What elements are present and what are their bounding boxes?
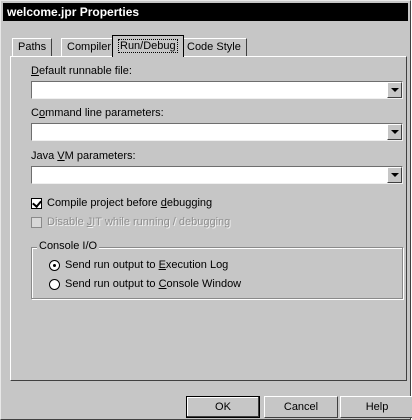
cancel-button[interactable]: Cancel (264, 396, 338, 418)
command-line-label: Command line parameters: (31, 107, 164, 119)
disable-jit-label: Disable JIT while running / debugging (47, 216, 231, 228)
help-button[interactable]: Help (340, 396, 412, 418)
console-io-group-title: Console I/O (37, 240, 100, 252)
ok-button[interactable]: OK (186, 396, 260, 418)
compile-before-debug-checkbox[interactable] (31, 198, 42, 209)
chevron-down-icon (391, 173, 399, 177)
execution-log-radio[interactable] (49, 260, 60, 271)
command-line-combo[interactable] (31, 123, 403, 141)
default-runnable-dropdown-button[interactable] (387, 82, 402, 98)
console-window-label[interactable]: Send run output to Console Window (65, 278, 241, 290)
tab-run-debug[interactable]: Run/Debug (112, 35, 184, 57)
chevron-down-icon (391, 130, 399, 134)
tab-code-style[interactable]: Code Style (181, 38, 247, 56)
disable-jit-checkbox (31, 217, 42, 228)
chevron-down-icon (391, 88, 399, 92)
properties-dialog: welcome.jpr Properties Paths Compiler Ru… (0, 0, 412, 420)
java-vm-dropdown-button[interactable] (387, 167, 402, 183)
execution-log-label[interactable]: Send run output to Execution Log (65, 259, 228, 271)
java-vm-label: Java VM parameters: (31, 150, 136, 162)
java-vm-combo[interactable] (31, 166, 403, 184)
default-runnable-combo[interactable] (31, 81, 403, 99)
console-io-group (31, 247, 403, 299)
console-window-radio[interactable] (49, 279, 60, 290)
tab-paths[interactable]: Paths (12, 38, 53, 56)
compile-before-debug-label[interactable]: Compile project before debugging (47, 197, 212, 209)
window-title: welcome.jpr Properties (3, 3, 408, 21)
command-line-dropdown-button[interactable] (387, 124, 402, 140)
tab-compiler[interactable]: Compiler (61, 38, 118, 56)
default-runnable-label: Default runnable file: (31, 65, 132, 77)
